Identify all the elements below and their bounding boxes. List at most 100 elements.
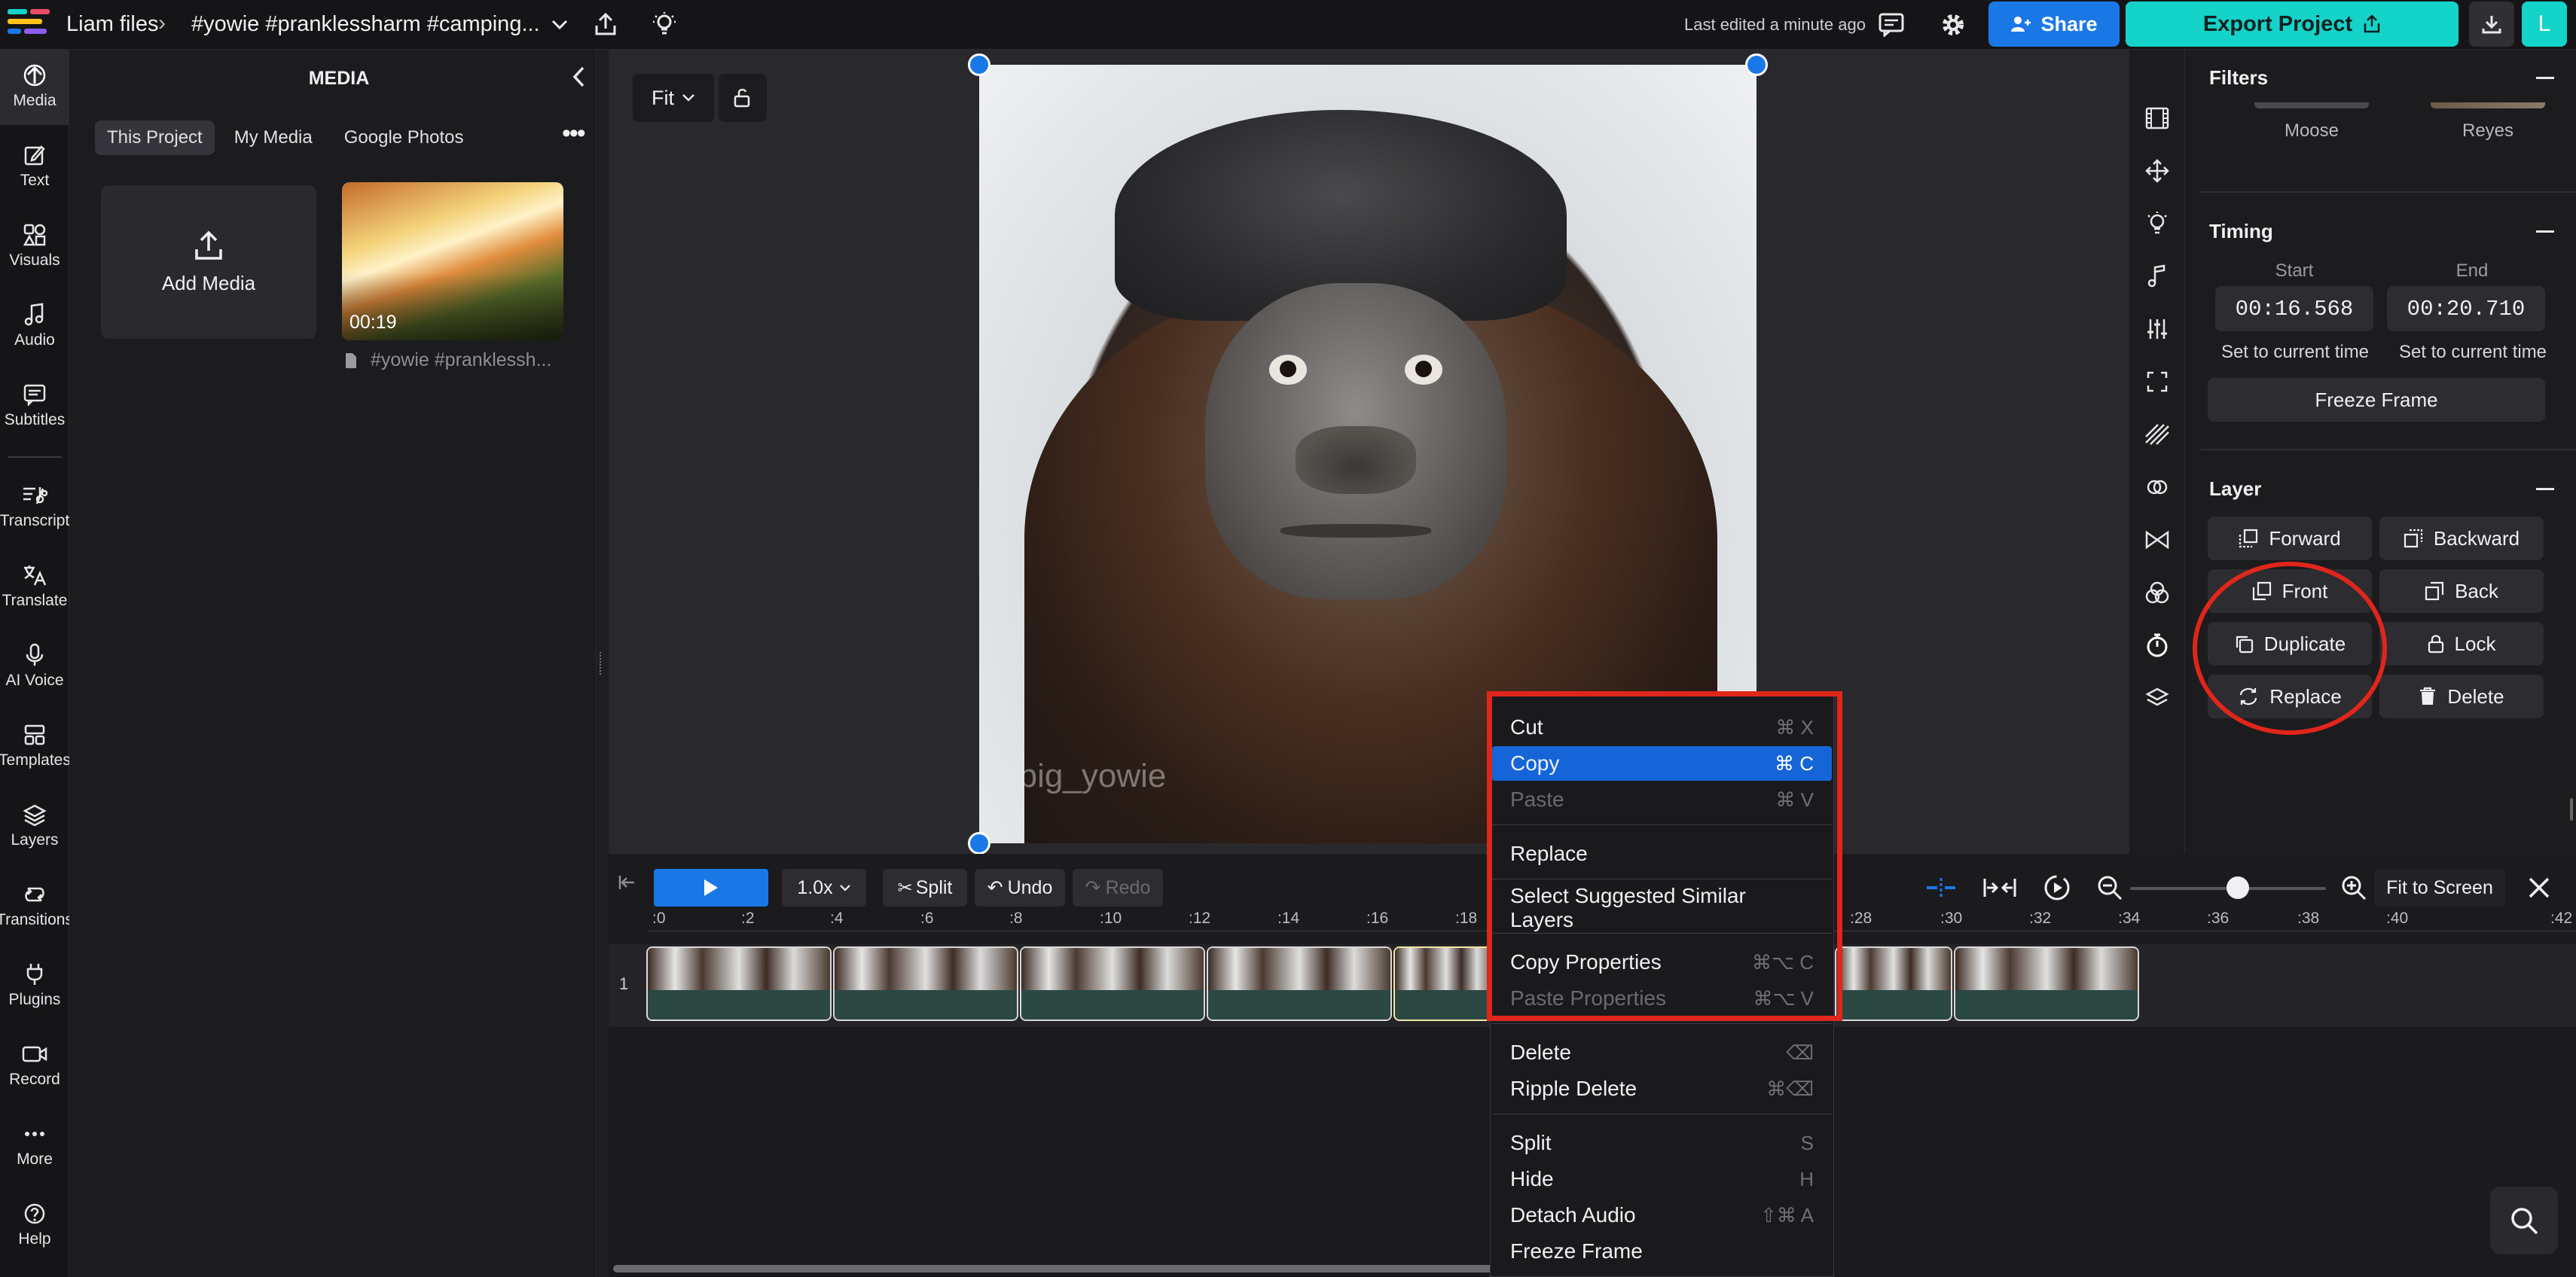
menu-item-freeze-frame[interactable]: Freeze Frame [1492,1234,1832,1269]
nav-item-more[interactable]: More [0,1120,69,1169]
nav-item-media[interactable]: Media [0,50,69,125]
speed-dropdown[interactable]: 1.0x [782,869,866,907]
nav-item-subtitles[interactable]: Subtitles [0,381,69,429]
export-project-button[interactable]: Export Project [2126,2,2458,47]
lightbulb-icon[interactable] [2140,206,2175,241]
search-button[interactable] [2490,1187,2558,1254]
timer-icon[interactable] [2140,628,2175,663]
nav-item-plugins[interactable]: Plugins [0,961,69,1009]
zoom-slider-handle[interactable] [2227,876,2249,899]
comment-icon[interactable] [1876,9,1907,41]
add-media-card[interactable]: Add Media [101,185,316,339]
close-icon[interactable] [2520,869,2558,907]
selection-handle[interactable] [968,832,990,855]
lock-button[interactable]: Lock [2379,622,2544,666]
nav-label: Plugins [8,991,61,1008]
selection-handle[interactable] [968,53,990,76]
zoom-in-icon[interactable] [2335,869,2373,907]
fit-to-screen-button[interactable]: Fit to Screen [2374,869,2505,907]
move-icon[interactable] [2140,154,2175,188]
backward-button[interactable]: Backward [2379,517,2544,560]
playhead-follow-icon[interactable] [2038,869,2076,907]
end-time-input[interactable]: 00:20.710 [2387,286,2545,331]
media-thumbnail[interactable]: 00:19 [342,182,563,340]
timeline-clip[interactable] [1020,946,1205,1021]
timeline-clip-selected[interactable] [1393,946,1499,1021]
set-end-current-link[interactable]: Set to current time [2382,342,2563,363]
music-note-icon[interactable] [2140,259,2175,294]
nav-item-ai-voice[interactable]: AI Voice [0,642,69,690]
filter-thumb[interactable] [2254,102,2369,108]
avatar[interactable]: L [2522,2,2567,47]
filter-thumb[interactable] [2431,102,2545,108]
menu-item-ripple-delete[interactable]: Ripple Delete ⌘⌫ [1492,1071,1832,1106]
panel-resize-handle[interactable] [2570,798,2573,821]
nav-item-text[interactable]: Text [0,142,69,190]
timeline-clip[interactable] [1954,946,2139,1021]
project-title[interactable]: #yowie #pranklessharm #camping... [191,12,540,37]
nav-item-visuals[interactable]: Visuals [0,221,69,270]
sliders-icon[interactable] [2140,312,2175,346]
timeline-scrollbar[interactable] [613,1265,1517,1272]
nav-item-translate[interactable]: Translate [0,562,69,610]
delete-button[interactable]: Delete [2379,675,2544,718]
timeline-clip[interactable] [646,946,832,1021]
menu-item-split[interactable]: Split S [1492,1126,1832,1160]
subtitles-icon [23,381,47,408]
collapse-icon[interactable] [2536,230,2554,233]
upload-icon[interactable] [591,9,621,39]
tab-this-project[interactable]: This Project [95,120,215,155]
lightbulb-icon[interactable] [649,9,679,39]
panel-resize-handle[interactable] [600,652,603,675]
play-button[interactable] [654,869,768,907]
collapse-icon[interactable] [2536,488,2554,490]
chevron-down-icon[interactable] [548,14,571,36]
download-button[interactable] [2469,2,2514,47]
nav-item-layers[interactable]: Layers [0,801,69,849]
redo-button[interactable]: ↷ Redo [1073,869,1163,907]
link-icon[interactable] [2140,470,2175,504]
video-watermark: @big_yowie [985,757,1167,794]
menu-item-hide[interactable]: Hide H [1492,1162,1832,1196]
nav-item-templates[interactable]: Templates [0,721,71,770]
crop-icon[interactable] [2140,364,2175,399]
tab-google-photos[interactable]: Google Photos [332,120,476,155]
menu-item-detach-audio[interactable]: Detach Audio ⇧⌘ A [1492,1198,1832,1233]
skip-start-icon[interactable] [613,869,640,896]
nav-item-record[interactable]: Record [0,1041,69,1089]
freeze-frame-button[interactable]: Freeze Frame [2208,378,2545,422]
tab-my-media[interactable]: My Media [222,120,325,155]
share-button[interactable]: Share [1988,2,2120,47]
timeline-clip[interactable] [1207,946,1392,1021]
undo-button[interactable]: ↶ Undo [975,869,1065,907]
gear-icon[interactable] [1937,9,1969,41]
color-icon[interactable] [2140,575,2175,610]
set-start-current-link[interactable]: Set to current time [2205,342,2385,363]
back-button[interactable]: Back [2379,569,2544,613]
film-icon[interactable] [2140,101,2175,136]
nav-item-transitions[interactable]: Transitions [0,881,73,929]
nav-item-help[interactable]: Help [0,1200,69,1248]
menu-item-delete[interactable]: Delete ⌫ [1492,1035,1832,1070]
more-options-icon[interactable]: ••• [562,119,586,148]
breadcrumb-folder[interactable]: Liam files [66,12,159,37]
collapse-icon[interactable] [2536,77,2554,79]
nav-item-transcript[interactable]: Transcript [0,482,69,530]
fit-clips-icon[interactable] [1981,869,2019,907]
zoom-out-icon[interactable] [2091,869,2129,907]
layers-icon[interactable] [2140,681,2175,715]
nav-item-audio[interactable]: Audio [0,301,69,349]
app-logo[interactable] [8,9,51,41]
forward-button[interactable]: Forward [2208,517,2372,560]
split-button[interactable]: ✂ Split [883,869,967,907]
snap-icon[interactable] [1922,869,1960,907]
fit-dropdown[interactable]: Fit [633,74,714,122]
unlock-button[interactable] [719,74,767,122]
selection-handle[interactable] [1745,53,1768,76]
collapse-chevron-icon[interactable] [563,62,594,92]
timeline-clip[interactable] [833,946,1018,1021]
start-time-input[interactable]: 00:16.568 [2215,286,2373,331]
timeline-clip[interactable] [1835,946,1952,1021]
transition-icon[interactable] [2140,523,2175,557]
pattern-icon[interactable] [2140,417,2175,452]
